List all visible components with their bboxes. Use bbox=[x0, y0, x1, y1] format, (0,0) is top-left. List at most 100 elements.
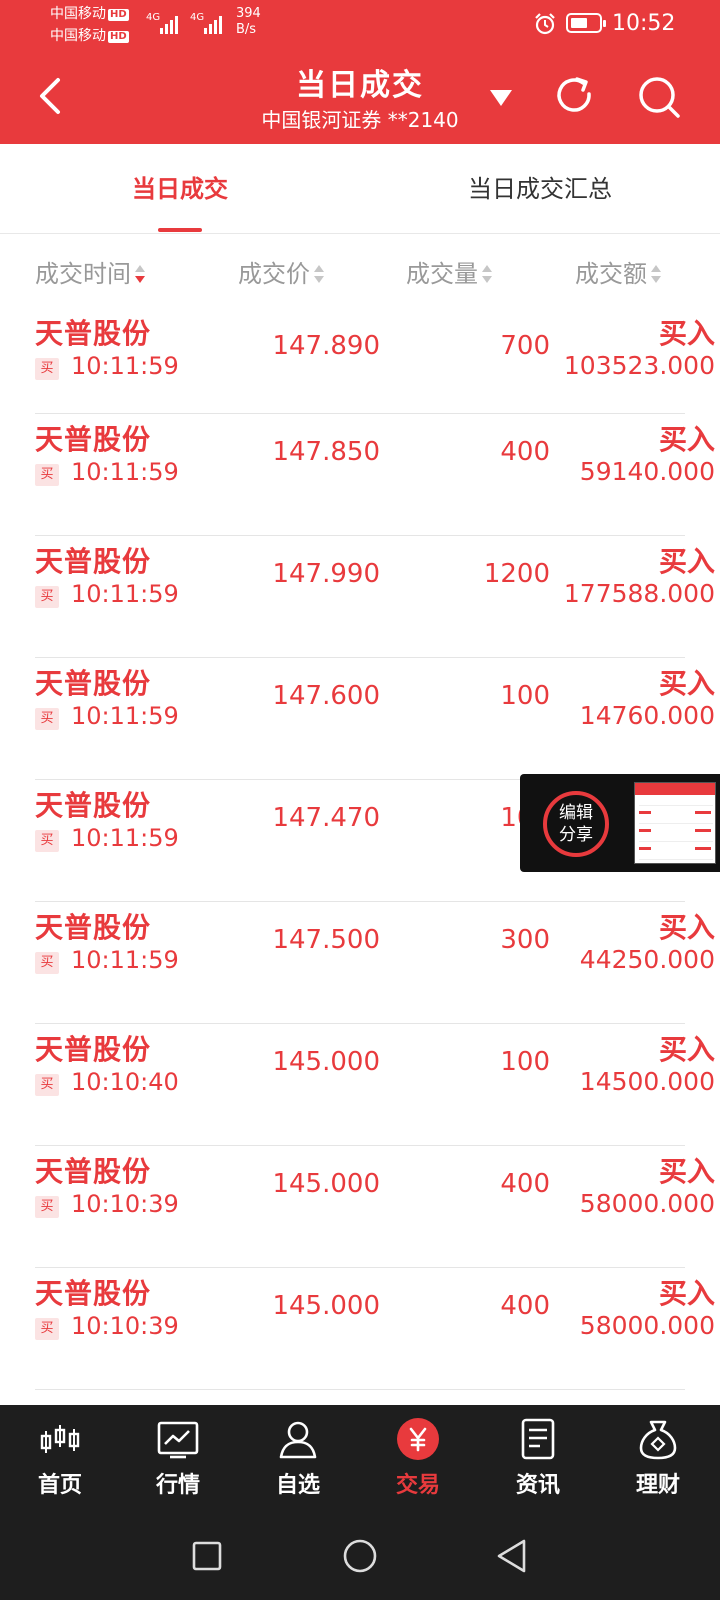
trade-price: 145.000 bbox=[272, 1291, 380, 1321]
trade-price: 145.000 bbox=[272, 1047, 380, 1077]
trade-price: 147.600 bbox=[272, 681, 380, 711]
home-icon bbox=[343, 1539, 377, 1573]
column-amount-header[interactable]: 成交额 bbox=[575, 256, 661, 292]
trade-price: 147.470 bbox=[272, 803, 380, 833]
carrier-label-1: 中国移动 HD bbox=[50, 6, 129, 22]
side-tag: 买 bbox=[35, 830, 59, 852]
search-button[interactable] bbox=[636, 74, 682, 120]
side-tag: 买 bbox=[35, 708, 59, 730]
nav-trade[interactable]: 交易 bbox=[358, 1405, 478, 1513]
trade-time: 10:11:59 bbox=[71, 702, 179, 730]
trade-time: 10:10:40 bbox=[71, 1068, 179, 1096]
dropdown-triangle-icon bbox=[490, 90, 512, 106]
side-tag: 买 bbox=[35, 1318, 59, 1340]
trade-action: 买入 bbox=[658, 1033, 715, 1066]
back-triangle-icon bbox=[497, 1539, 526, 1573]
stock-name: 天普股份 bbox=[35, 423, 152, 456]
side-tag: 买 bbox=[35, 358, 59, 380]
trade-time: 10:11:59 bbox=[71, 824, 179, 852]
network-speed: 394 B/s bbox=[236, 6, 261, 37]
trade-amount: 44250.000 bbox=[579, 945, 715, 974]
column-time-header[interactable]: 成交时间 bbox=[35, 256, 145, 292]
stock-name: 天普股份 bbox=[35, 667, 152, 700]
trade-action: 买入 bbox=[658, 423, 715, 456]
bottom-navigation: 首页 行情 自选 交易 资讯 理财 bbox=[0, 1405, 720, 1513]
candlestick-icon bbox=[40, 1425, 80, 1453]
side-tag: 买 bbox=[35, 464, 59, 486]
side-tag: 买 bbox=[35, 586, 59, 608]
tab-indicator bbox=[158, 228, 202, 232]
carrier-label-2: 中国移动 HD bbox=[50, 28, 129, 44]
trade-action: 买入 bbox=[658, 1155, 715, 1188]
battery-icon bbox=[566, 13, 606, 33]
back-icon bbox=[40, 78, 60, 114]
table-row[interactable]: 天普股份 买 10:11:59 147.990 1200 买入 177588.0… bbox=[35, 535, 715, 657]
sort-icon bbox=[314, 264, 324, 286]
screenshot-share-popup[interactable]: 编辑 分享 bbox=[520, 774, 720, 872]
tab-daily-trades[interactable]: 当日成交 bbox=[100, 144, 260, 234]
column-price-header[interactable]: 成交价 bbox=[238, 256, 324, 292]
refresh-icon bbox=[557, 77, 591, 112]
recents-button[interactable] bbox=[184, 1533, 230, 1579]
tab-daily-summary[interactable]: 当日成交汇总 bbox=[440, 144, 640, 234]
trade-time: 10:10:39 bbox=[71, 1312, 179, 1340]
side-tag: 买 bbox=[35, 952, 59, 974]
trade-amount: 177588.000 bbox=[563, 579, 715, 608]
status-time: 10:52 bbox=[612, 11, 676, 36]
nav-watchlist[interactable]: 自选 bbox=[238, 1405, 358, 1513]
table-row[interactable]: 天普股份 买 10:11:59 147.500 300 买入 44250.000 bbox=[35, 901, 715, 1023]
table-row[interactable]: 天普股份 买 10:11:59 147.600 100 买入 14760.000 bbox=[35, 657, 715, 779]
trade-time: 10:11:59 bbox=[71, 946, 179, 974]
trade-amount: 58000.000 bbox=[579, 1189, 715, 1218]
yen-icon bbox=[397, 1418, 439, 1460]
sort-icon bbox=[651, 264, 661, 286]
table-row[interactable]: 天普股份 买 10:10:39 145.000 400 买入 58000.000 bbox=[35, 1145, 715, 1267]
document-icon bbox=[521, 1418, 555, 1460]
refresh-button[interactable] bbox=[553, 74, 597, 118]
trade-action: 买入 bbox=[658, 317, 715, 350]
column-qty-header[interactable]: 成交量 bbox=[406, 256, 492, 292]
nav-home[interactable]: 首页 bbox=[0, 1405, 120, 1513]
trade-amount: 103523.000 bbox=[563, 351, 715, 380]
stock-name: 天普股份 bbox=[35, 1155, 152, 1188]
table-row-divider bbox=[35, 1389, 685, 1405]
side-tag: 买 bbox=[35, 1074, 59, 1096]
trade-time: 10:10:39 bbox=[71, 1190, 179, 1218]
trade-time: 10:11:59 bbox=[71, 458, 179, 486]
back-button[interactable] bbox=[30, 70, 74, 122]
search-icon bbox=[639, 77, 680, 118]
table-row[interactable]: 天普股份 买 10:10:40 145.000 100 买入 14500.000 bbox=[35, 1023, 715, 1145]
stock-name: 天普股份 bbox=[35, 1033, 152, 1066]
edit-share-button[interactable]: 编辑 分享 bbox=[543, 791, 609, 857]
trade-action: 买入 bbox=[658, 911, 715, 944]
alarm-icon bbox=[533, 12, 557, 40]
trade-page: 中国移动 HD 中国移动 HD 4G 4G 394 B/s 10:52 当日成交 中… bbox=[0, 0, 720, 1600]
system-back-button[interactable] bbox=[490, 1533, 536, 1579]
nav-news[interactable]: 资讯 bbox=[478, 1405, 598, 1513]
account-dropdown-button[interactable] bbox=[488, 86, 514, 110]
table-row[interactable]: 天普股份 买 10:11:59 147.890 700 买入 103523.00… bbox=[35, 313, 715, 429]
column-header: 成交时间 成交价 成交量 成交额 bbox=[0, 234, 720, 314]
trade-price: 145.000 bbox=[272, 1169, 380, 1199]
system-navigation bbox=[0, 1513, 720, 1600]
account-subtitle[interactable]: 中国银河证券 **2140 bbox=[200, 104, 520, 133]
trade-amount: 14500.000 bbox=[579, 1067, 715, 1096]
stock-name: 天普股份 bbox=[35, 317, 152, 350]
chart-icon bbox=[157, 1421, 199, 1459]
home-button[interactable] bbox=[337, 1533, 383, 1579]
stock-name: 天普股份 bbox=[35, 789, 152, 822]
trade-amount: 58000.000 bbox=[579, 1311, 715, 1340]
nav-market[interactable]: 行情 bbox=[118, 1405, 238, 1513]
trade-price: 147.850 bbox=[272, 437, 380, 467]
nav-wealth[interactable]: 理财 bbox=[598, 1405, 718, 1513]
app-header: 中国移动 HD 中国移动 HD 4G 4G 394 B/s 10:52 当日成交 中… bbox=[0, 0, 720, 144]
table-row[interactable]: 天普股份 买 10:10:39 145.000 400 买入 58000.000 bbox=[35, 1267, 715, 1389]
trade-time: 10:11:59 bbox=[71, 352, 179, 380]
screenshot-thumbnail[interactable] bbox=[634, 782, 716, 864]
signal-icon-2: 4G bbox=[190, 12, 224, 40]
table-row[interactable]: 天普股份 买 10:11:59 147.850 400 买入 59140.000 bbox=[35, 413, 715, 535]
trade-action: 买入 bbox=[658, 1277, 715, 1310]
trade-time: 10:11:59 bbox=[71, 580, 179, 608]
stock-name: 天普股份 bbox=[35, 1277, 152, 1310]
sort-icon bbox=[482, 264, 492, 286]
